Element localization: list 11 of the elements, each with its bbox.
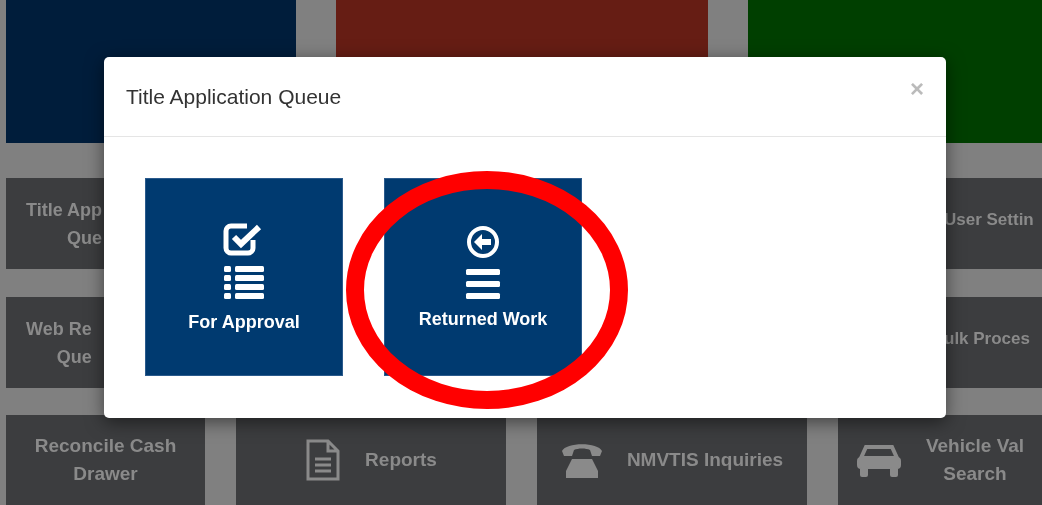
tile-label: Vehicle Val	[925, 434, 1025, 458]
tile-label: Title App	[26, 198, 102, 222]
tile-label: Drawer	[72, 462, 139, 486]
tile-label: Que	[55, 345, 92, 369]
tile-label: Reports	[365, 448, 437, 472]
tile-label: NMVTIS Inquiries	[626, 448, 784, 472]
tile-label: Que	[66, 226, 102, 250]
modal-title: Title Application Queue	[126, 84, 342, 109]
tile-label: Search	[942, 462, 1008, 486]
tile-label: Reconcile Cash	[34, 434, 177, 458]
tile-label: Web Re	[26, 317, 92, 341]
